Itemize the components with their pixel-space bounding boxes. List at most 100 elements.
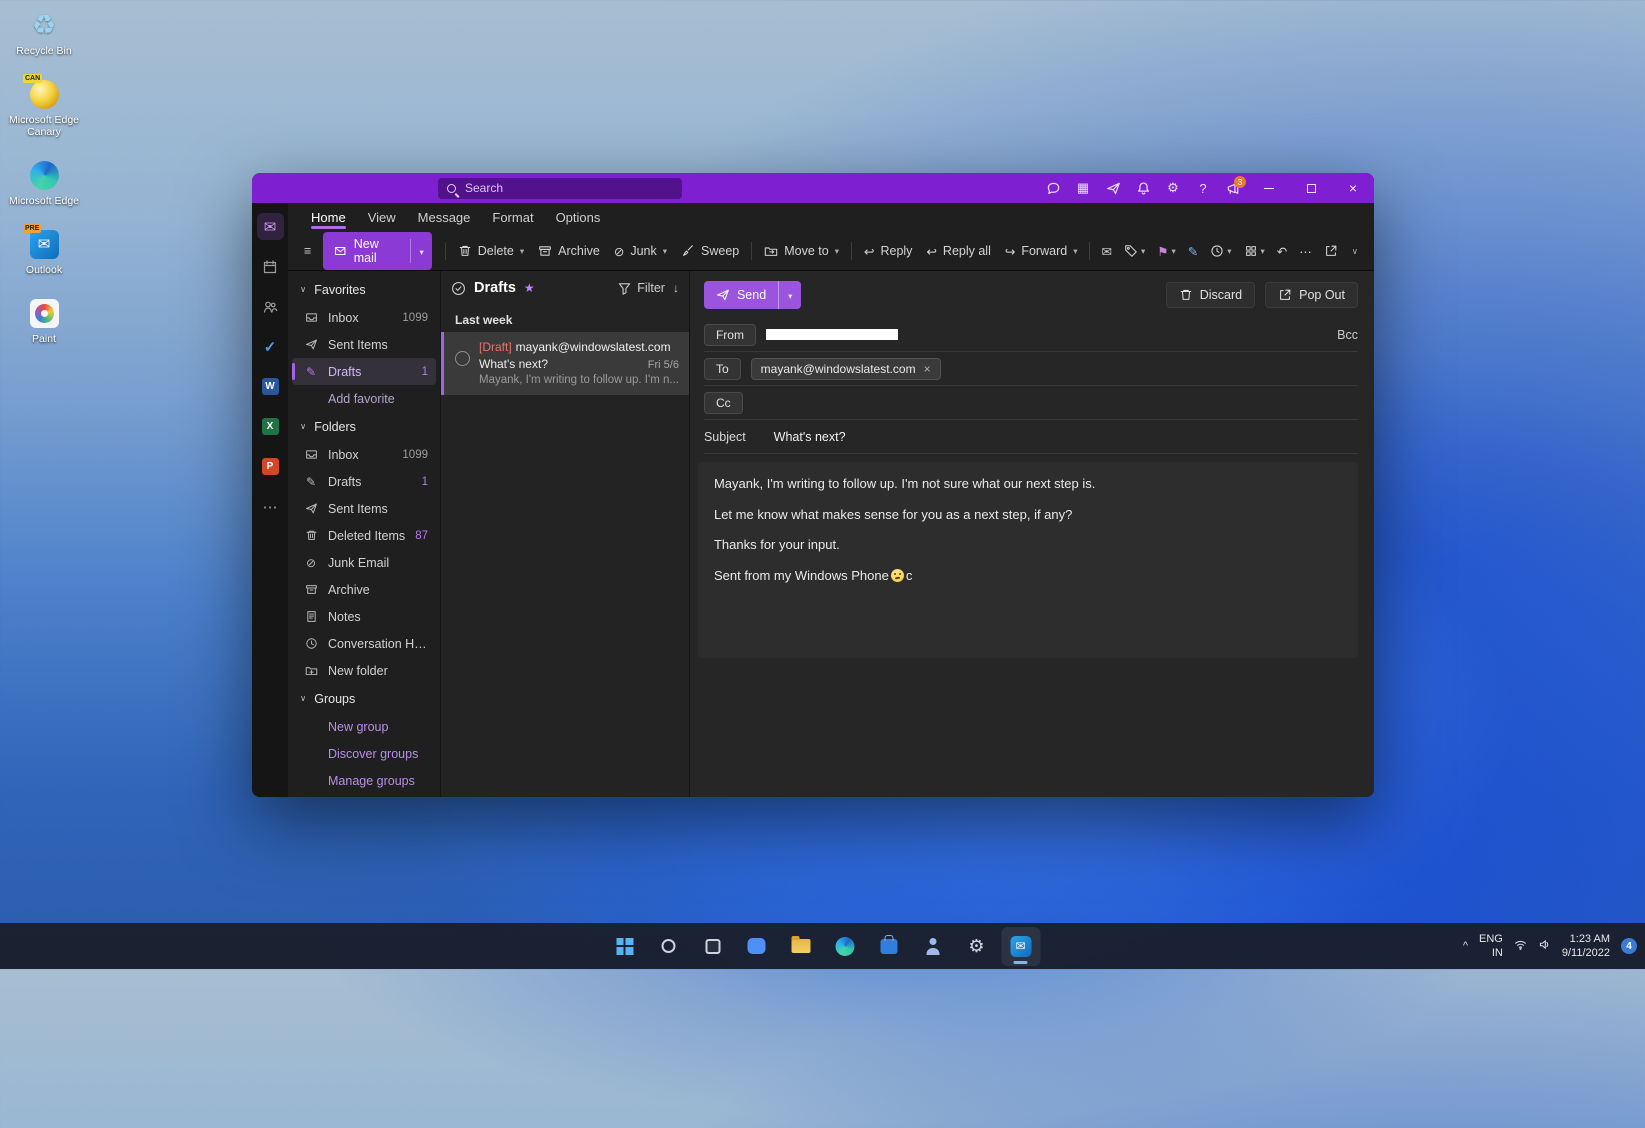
language-indicator[interactable]: ENG IN: [1479, 932, 1503, 961]
help-icon[interactable]: ?: [1188, 173, 1218, 203]
move-to-button[interactable]: Move to ▾: [757, 239, 846, 263]
close-button[interactable]: ×: [1332, 173, 1374, 203]
to-button[interactable]: To: [704, 358, 741, 380]
apps-grid-icon[interactable]: ▦: [1068, 173, 1098, 203]
rail-more-apps-icon[interactable]: ⋯: [257, 493, 284, 520]
draw-pen-button[interactable]: ✎: [1182, 239, 1204, 264]
notification-count-badge[interactable]: 4: [1621, 938, 1637, 954]
snooze-button[interactable]: ▾: [1204, 239, 1237, 263]
manage-groups-link[interactable]: Manage groups: [292, 767, 436, 794]
chat-button[interactable]: [737, 927, 776, 966]
sidebar-item-conversation-history[interactable]: Conversation His...: [292, 630, 436, 657]
open-in-new-window-button[interactable]: [1318, 239, 1344, 263]
people-button[interactable]: [913, 927, 952, 966]
rail-mail-icon[interactable]: ✉: [257, 213, 284, 240]
notifications-bell-icon[interactable]: [1128, 173, 1158, 203]
discover-groups-link[interactable]: Discover groups: [292, 740, 436, 767]
new-mail-button[interactable]: New mail ▾: [323, 232, 431, 270]
file-explorer-button[interactable]: [781, 927, 820, 966]
tray-overflow-chevron[interactable]: ^: [1463, 940, 1468, 952]
volume-icon[interactable]: [1538, 938, 1551, 954]
rail-calendar-icon[interactable]: [257, 253, 284, 280]
flag-button[interactable]: ⚑ ▾: [1151, 239, 1182, 264]
sidebar-item-junk-email[interactable]: ⊘ Junk Email: [292, 549, 436, 576]
select-all-icon[interactable]: [451, 281, 466, 296]
edge-button[interactable]: [825, 927, 864, 966]
network-icon[interactable]: [1514, 938, 1527, 954]
tab-options[interactable]: Options: [545, 205, 612, 232]
rail-powerpoint-icon[interactable]: P: [257, 453, 284, 480]
clock[interactable]: 1:23 AM 9/11/2022: [1562, 932, 1610, 961]
settings-gear-icon[interactable]: ⚙: [1158, 173, 1188, 203]
subject-value[interactable]: What's next?: [774, 430, 846, 444]
from-address-redacted[interactable]: [766, 329, 898, 340]
delete-button[interactable]: Delete ▾: [451, 239, 531, 263]
sidebar-item-sent-items[interactable]: Sent Items: [292, 495, 436, 522]
tab-home[interactable]: Home: [300, 205, 357, 232]
sidebar-item-archive[interactable]: Archive: [292, 576, 436, 603]
undo-button[interactable]: ↶: [1271, 239, 1293, 264]
mark-read-button[interactable]: ✉: [1095, 239, 1117, 264]
new-group-link[interactable]: New group: [292, 713, 436, 740]
send-later-icon[interactable]: [1098, 173, 1128, 203]
sidebar-item-sent-items[interactable]: Sent Items: [292, 331, 436, 358]
whats-new-icon[interactable]: 3: [1218, 173, 1248, 203]
desktop-icon-edge-canary[interactable]: CAN Microsoft Edge Canary: [4, 77, 84, 138]
select-message-checkbox[interactable]: [455, 351, 470, 366]
add-favorite-link[interactable]: Add favorite: [292, 385, 436, 412]
tab-format[interactable]: Format: [481, 205, 544, 232]
categorize-button[interactable]: ▾: [1238, 239, 1271, 263]
pop-out-button[interactable]: Pop Out: [1265, 282, 1358, 308]
recipient-chip[interactable]: mayank@windowslatest.com ×: [751, 358, 941, 380]
desktop-icon-edge[interactable]: Microsoft Edge: [4, 158, 84, 207]
maximize-button[interactable]: [1290, 173, 1332, 203]
sidebar-item-notes[interactable]: Notes: [292, 603, 436, 630]
search-box[interactable]: [438, 178, 682, 199]
filter-button[interactable]: Filter: [617, 281, 665, 296]
tab-view[interactable]: View: [357, 205, 407, 232]
rail-people-icon[interactable]: [257, 293, 284, 320]
rail-excel-icon[interactable]: X: [257, 413, 284, 440]
message-list-item[interactable]: [Draft]mayank@windowslatest.com What's n…: [441, 332, 689, 395]
send-options-caret[interactable]: ▾: [778, 281, 801, 309]
message-body-editor[interactable]: Mayank, I'm writing to follow up. I'm no…: [698, 462, 1358, 658]
groups-section-header[interactable]: ∨ Groups: [288, 684, 440, 713]
sidebar-item-inbox[interactable]: Inbox 1099: [292, 441, 436, 468]
discard-button[interactable]: Discard: [1166, 282, 1255, 308]
sidebar-item-inbox[interactable]: Inbox 1099: [292, 304, 436, 331]
rail-word-icon[interactable]: W: [257, 373, 284, 400]
cc-button[interactable]: Cc: [704, 392, 743, 414]
sweep-button[interactable]: Sweep: [674, 239, 746, 263]
junk-button[interactable]: ⊘ Junk ▾: [607, 239, 674, 264]
store-button[interactable]: [869, 927, 908, 966]
more-commands-button[interactable]: ⋯: [1293, 239, 1318, 264]
tag-button[interactable]: ▾: [1118, 239, 1151, 263]
desktop-icon-outlook[interactable]: ✉ PRE Outlook: [4, 227, 84, 276]
ribbon-options-button[interactable]: ∨: [1346, 241, 1364, 262]
outlook-taskbar-button[interactable]: ✉: [1001, 927, 1040, 966]
desktop-icon-recycle-bin[interactable]: ♻ Recycle Bin: [4, 8, 84, 57]
reply-button[interactable]: ↩ Reply: [857, 239, 919, 264]
tab-message[interactable]: Message: [407, 205, 482, 232]
sidebar-item-drafts[interactable]: ✎ Drafts 1: [292, 468, 436, 495]
send-button[interactable]: Send ▾: [704, 281, 801, 309]
task-view-button[interactable]: [693, 927, 732, 966]
sidebar-item-deleted-items[interactable]: Deleted Items 87: [292, 522, 436, 549]
sidebar-item-drafts[interactable]: ✎ Drafts 1: [292, 358, 436, 385]
search-input[interactable]: [463, 180, 673, 196]
new-mail-options-caret[interactable]: ▾: [410, 239, 431, 263]
settings-button[interactable]: ⚙: [957, 927, 996, 966]
desktop-icon-paint[interactable]: Paint: [4, 296, 84, 345]
folders-section-header[interactable]: ∨ Folders: [288, 412, 440, 441]
bcc-toggle[interactable]: Bcc: [1337, 328, 1358, 342]
reply-all-button[interactable]: ↩ Reply all: [919, 239, 997, 264]
favorites-section-header[interactable]: ∨ Favorites: [288, 275, 440, 304]
toggle-folder-pane-button[interactable]: ≡: [298, 239, 317, 263]
rail-todo-icon[interactable]: ✓: [257, 333, 284, 360]
start-button[interactable]: [605, 927, 644, 966]
archive-button[interactable]: Archive: [531, 239, 607, 263]
sidebar-item-new-folder[interactable]: New folder: [292, 657, 436, 684]
sort-order-icon[interactable]: ↓: [673, 281, 679, 295]
taskbar-search-button[interactable]: [649, 927, 688, 966]
from-button[interactable]: From: [704, 324, 756, 346]
